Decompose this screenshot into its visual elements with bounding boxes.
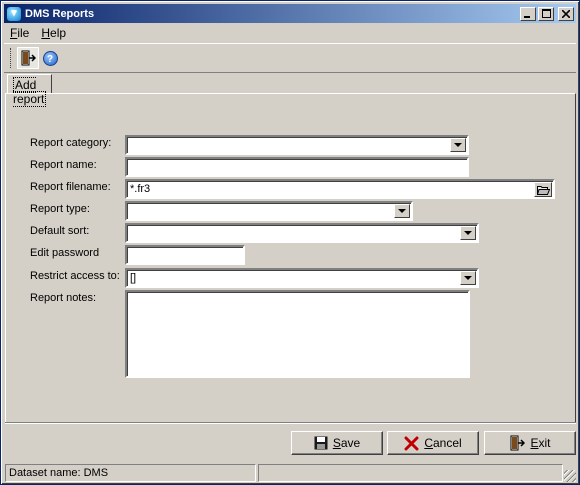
report-notes-label: Report notes: <box>30 292 97 304</box>
browse-file-button[interactable] <box>534 182 552 197</box>
restrict-access-combo[interactable]: [] <box>125 268 479 288</box>
save-button[interactable]: Save <box>291 431 383 455</box>
chevron-down-icon <box>464 231 472 235</box>
status-dataset-name: Dataset name: DMS <box>5 464 256 482</box>
report-category-combo[interactable] <box>125 135 469 155</box>
close-button[interactable] <box>558 6 574 21</box>
cancel-x-icon <box>404 436 419 450</box>
toolbar-grip[interactable] <box>10 48 13 68</box>
help-icon: ? <box>42 50 58 66</box>
default-sort-label: Default sort: <box>30 225 90 237</box>
exit-door-icon <box>21 50 36 66</box>
menu-file[interactable]: File <box>4 26 35 40</box>
report-category-dropdown-button[interactable] <box>450 138 466 152</box>
close-icon <box>562 9 570 18</box>
restrict-access-label: Restrict access to: <box>30 270 120 282</box>
chevron-down-icon <box>454 143 462 147</box>
report-name-label: Report name: <box>30 159 97 171</box>
menu-help[interactable]: Help <box>35 26 72 40</box>
minimize-icon <box>524 15 530 18</box>
chevron-down-icon <box>464 276 472 280</box>
restrict-access-dropdown-button[interactable] <box>460 271 476 285</box>
save-disk-icon <box>314 436 328 450</box>
menu-bar: File Help <box>4 24 576 42</box>
edit-password-label: Edit password <box>30 247 100 259</box>
minimize-button[interactable] <box>520 6 536 21</box>
title-bar[interactable]: DMS Reports <box>4 4 576 23</box>
chevron-down-icon <box>398 209 406 213</box>
report-type-combo[interactable] <box>125 201 413 221</box>
maximize-icon <box>541 9 551 18</box>
report-notes-textarea[interactable] <box>125 290 470 378</box>
exit-door-icon <box>510 435 526 451</box>
resize-grip[interactable] <box>564 470 576 482</box>
default-sort-dropdown-button[interactable] <box>460 226 476 240</box>
status-bar: Dataset name: DMS <box>4 463 576 482</box>
window-title: DMS Reports <box>25 7 95 20</box>
edit-password-input[interactable] <box>125 245 245 265</box>
toolbar-exit-button[interactable] <box>17 47 39 69</box>
toolbar-help-button[interactable]: ? <box>39 47 61 69</box>
folder-open-icon <box>536 186 550 195</box>
maximize-button[interactable] <box>538 6 554 21</box>
report-type-label: Report type: <box>30 203 90 215</box>
report-filename-label: Report filename: <box>30 181 111 193</box>
status-secondary <box>258 464 563 482</box>
report-type-dropdown-button[interactable] <box>394 204 410 218</box>
report-filename-input[interactable]: *.fr3 <box>125 179 555 199</box>
app-window: DMS Reports File Help ? Add report Repor… <box>0 0 580 485</box>
app-shield-icon <box>7 6 21 21</box>
exit-button[interactable]: Exit <box>484 431 576 455</box>
tab-add-report[interactable]: Add report <box>7 74 53 107</box>
cancel-button[interactable]: Cancel <box>387 431 479 455</box>
report-name-input[interactable] <box>125 157 469 177</box>
default-sort-combo[interactable] <box>125 223 479 243</box>
toolbar: ? <box>4 43 576 73</box>
report-category-label: Report category: <box>30 137 112 149</box>
